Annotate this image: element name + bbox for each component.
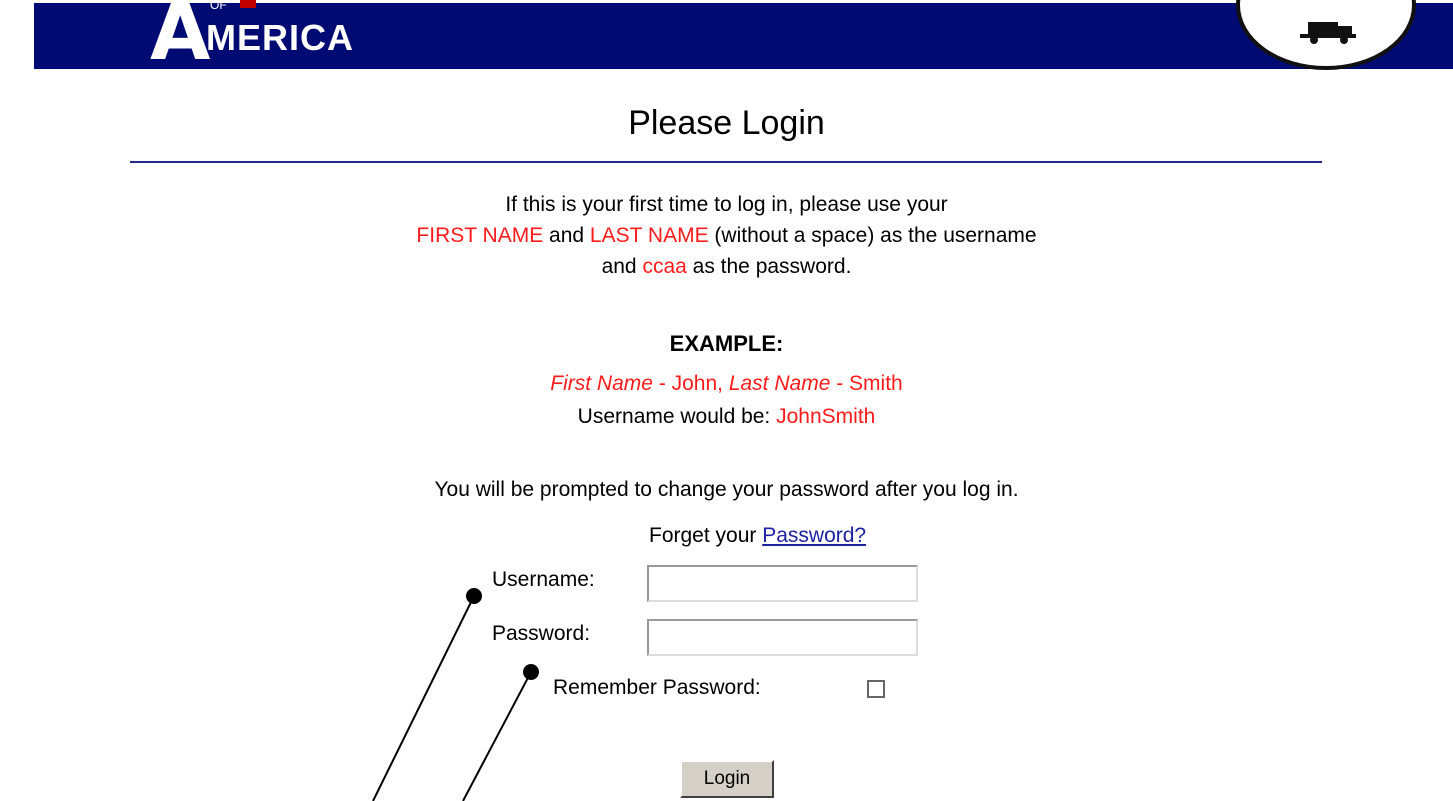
callout-dot-password (523, 664, 539, 680)
annotation-callouts (372, 588, 539, 801)
callout-dot-username (466, 588, 482, 604)
callout-line-password (462, 671, 532, 801)
callout-line-username (372, 595, 475, 801)
